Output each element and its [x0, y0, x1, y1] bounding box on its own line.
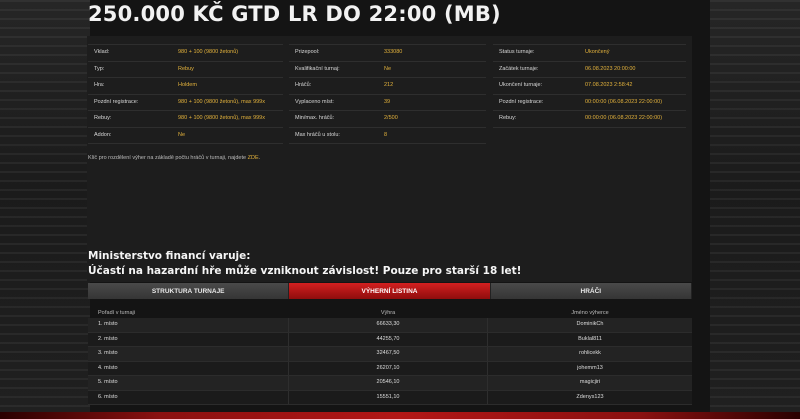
info-row: Min/max. hráčů: 2/500: [289, 111, 486, 128]
info-key: Addon:: [94, 131, 112, 138]
info-row: Rebuy: 980 + 100 (9800 žetonů), max 999x: [88, 111, 283, 128]
info-value: 8: [384, 131, 388, 138]
winner-cell: Buklal811: [578, 335, 602, 342]
info-key: Ukončení turnaje:: [499, 82, 543, 88]
header-winner: Jméno výherce: [571, 310, 609, 316]
info-key: Začátek turnaje:: [499, 65, 539, 72]
info-value: 333080: [384, 49, 403, 55]
winner-cell: DominikCh: [576, 321, 604, 327]
info-value: 980 + 100 (9800 žetonů), max 999x: [178, 115, 265, 121]
info-table-general: Vklad: 980 + 100 (9800 žetonů) Typ: Rebuy Hr…: [88, 44, 283, 144]
prize-cell: 66633,30: [288, 318, 488, 332]
payout-key-note: Klíč pro rozdělení výher na základě počt…: [88, 155, 260, 161]
table-row: 5. místo 20546,10 magicjiri: [88, 376, 692, 391]
stadium-background-right: [710, 0, 800, 419]
info-row: Ukončení turnaje: 07.08.2023 2:58:42: [493, 78, 686, 95]
info-value: Ukončený: [585, 49, 610, 55]
payout-key-link[interactable]: ZDE: [248, 155, 259, 161]
rank-cell: 1. místo: [98, 321, 118, 327]
payout-key-suffix: .: [258, 155, 261, 161]
info-key: Rebuy:: [94, 115, 112, 121]
warning-line-1: Ministerstvo financí varuje:: [88, 250, 251, 262]
info-key: Vyplaceno míst:: [295, 98, 334, 105]
info-value: Holdem: [178, 82, 197, 88]
info-key: Typ:: [94, 65, 105, 72]
table-row: 6. místo 15551,10 Zdenys123: [88, 390, 692, 405]
info-value: Ne: [384, 65, 392, 72]
info-key: Pozdní registrace:: [499, 98, 544, 105]
info-row: Vyplaceno míst: 39: [289, 95, 486, 111]
winner-cell: johemm13: [577, 364, 603, 371]
info-value: 2/500: [384, 115, 398, 121]
info-key: Prizepool:: [295, 49, 320, 55]
info-row: Hra: Holdem: [88, 78, 283, 95]
payout-key-text: Klíč pro rozdělení výher na základě počt…: [88, 155, 247, 161]
info-key: Rebuy:: [499, 115, 517, 121]
info-value: 06.08.2023 20:00:00: [585, 65, 636, 72]
prize-cell: 20546,10: [288, 376, 488, 390]
info-row: Vklad: 980 + 100 (9800 žetonů): [88, 44, 283, 62]
info-row: Typ: Rebuy: [88, 62, 283, 78]
info-value: 00:00:00 (06.08.2023 22:00:00): [585, 98, 663, 105]
payout-table: Pořadí v turnaji Výhra Jméno výherce 1. …: [88, 309, 692, 405]
tab-structure[interactable]: STRUKTURA TURNAJE: [88, 283, 290, 299]
prize-cell: 26207,10: [288, 361, 488, 375]
warning-line-2: Účastí na hazardní hře může vzniknout zá…: [88, 265, 522, 277]
info-row: Prizepool: 333080: [289, 44, 486, 62]
table-row: 4. místo 26207,10 johemm13: [88, 361, 692, 376]
info-row: Status turnaje: Ukončený: [493, 44, 686, 62]
info-key: Hráčů:: [295, 82, 312, 88]
info-key: Min/max. hráčů:: [295, 115, 335, 121]
info-key: Kvalifikační turnaj:: [295, 65, 340, 72]
tab-payouts[interactable]: VÝHERNÍ LISTINA: [289, 283, 491, 299]
prize-cell: 44255,70: [288, 332, 488, 346]
rank-cell: 2. místo: [98, 335, 118, 342]
info-row: Kvalifikační turnaj: Ne: [289, 62, 486, 78]
info-row: Rebuy: 00:00:00 (06.08.2023 22:00:00): [493, 111, 686, 128]
info-value: 212: [384, 82, 394, 88]
rank-cell: 6. místo: [98, 393, 118, 400]
payout-table-body: 1. místo 66633,30 DominikCh 2. místo 44255,7…: [88, 318, 692, 405]
rank-cell: 3. místo: [98, 350, 118, 356]
rank-cell: 5. místo: [98, 379, 118, 385]
info-key: Status turnaje:: [499, 49, 535, 55]
table-row: 1. místo 66633,30 DominikCh: [88, 318, 692, 333]
tournament-tabs: STRUKTURA TURNAJE VÝHERNÍ LISTINA HRÁČI: [88, 283, 692, 299]
info-value: Rebuy: [178, 65, 194, 72]
info-row: Pozdní registrace: 980 + 100 (9800 žetonů…: [88, 95, 283, 111]
info-value: 39: [384, 98, 391, 105]
footer-accent-bar: [0, 412, 800, 419]
info-key: Pozdní registrace:: [94, 98, 139, 105]
table-row: 3. místo 32467,50 rohlicekk: [88, 347, 692, 362]
info-value: 980 + 100 (9800 žetonů): [178, 49, 239, 55]
info-value: 00:00:00 (06.08.2023 22:00:00): [585, 115, 663, 121]
table-row: 2. místo 44255,70 Buklal811: [88, 332, 692, 347]
info-key: Hra:: [94, 82, 105, 88]
header-rank: Pořadí v turnaji: [98, 310, 135, 316]
info-row: Max hráčů u stolu: 8: [289, 128, 486, 144]
info-key: Max hráčů u stolu:: [295, 131, 340, 138]
page-title: 250.000 KČ GTD LR DO 22:00 (MB): [88, 2, 501, 26]
info-row: Začátek turnaje: 06.08.2023 20:00:00: [493, 62, 686, 78]
gambling-warning: Ministerstvo financí varuje: Účastí na h…: [88, 249, 521, 279]
header-prize: Výhra: [380, 310, 396, 316]
info-key: Vklad:: [94, 49, 110, 55]
winner-cell: rohlicekk: [579, 350, 601, 356]
info-table-status: Status turnaje: Ukončený Začátek turnaje: 0…: [493, 44, 686, 128]
info-value: 980 + 100 (9800 žetonů), max 999x: [178, 98, 265, 105]
prize-cell: 32467,50: [288, 347, 488, 361]
payout-table-header: Pořadí v turnaji Výhra Jméno výherce: [88, 309, 692, 318]
info-row: Pozdní registrace: 00:00:00 (06.08.2023 2…: [493, 95, 686, 111]
rank-cell: 4. místo: [98, 364, 118, 371]
info-row: Hráčů: 212: [289, 78, 486, 95]
stadium-background-left: [0, 0, 90, 419]
tab-players[interactable]: HRÁČI: [490, 283, 692, 299]
info-row: Addon: Ne: [88, 128, 283, 144]
info-value: Ne: [178, 131, 186, 138]
info-value: 07.08.2023 2:58:42: [585, 82, 633, 88]
winner-cell: magicjiri: [579, 379, 601, 385]
info-table-players: Prizepool: 333080 Kvalifikační turnaj: Ne Hr…: [289, 44, 486, 144]
prize-cell: 15551,10: [288, 390, 488, 404]
winner-cell: Zdenys123: [576, 393, 604, 400]
